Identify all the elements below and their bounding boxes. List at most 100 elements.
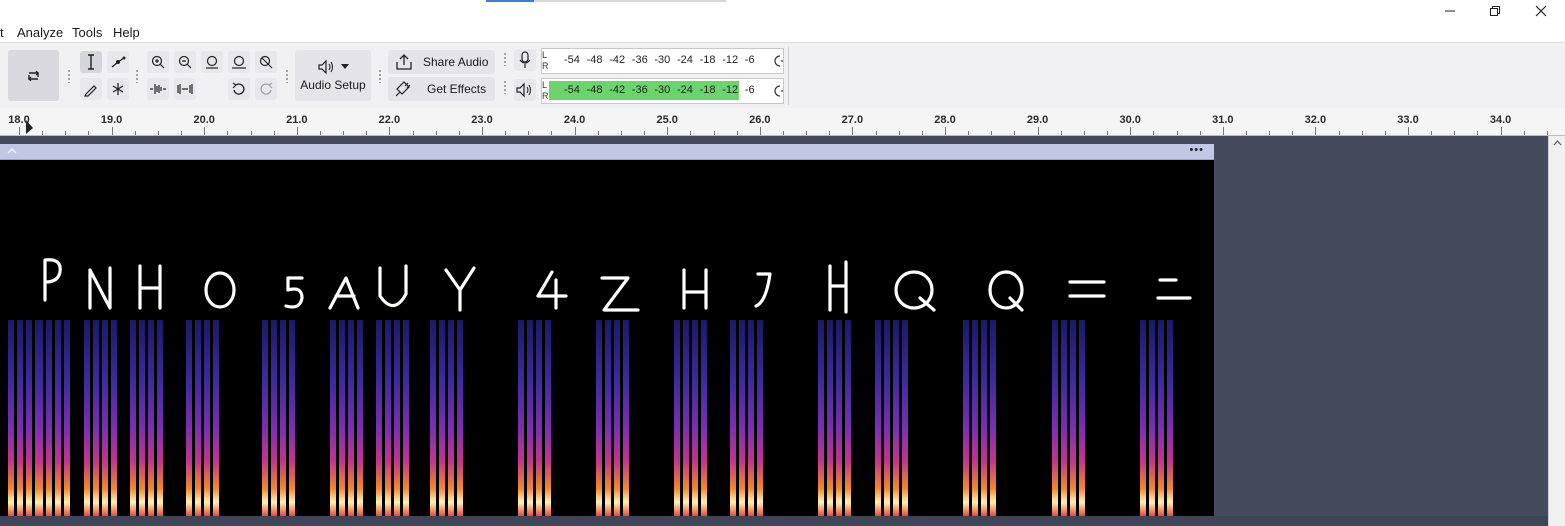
meter-scale-label: -36 [631,84,648,96]
ruler-tick [1338,131,1340,135]
share-audio-button[interactable]: Share Audio [388,50,495,74]
toolbar-grip[interactable] [503,52,507,66]
zoom-selection-icon [206,55,218,69]
ruler-tick [458,131,460,135]
menu-item-tools[interactable]: Tools [72,25,102,40]
ruler-tick [875,131,877,135]
ruler-label: 30.0 [1119,114,1141,126]
minimize-button[interactable] [1427,0,1473,22]
spectrogram-burst [348,320,354,516]
ruler-tick [644,131,646,135]
ruler-label: 24.0 [563,114,586,126]
spectrogram-burst [46,320,52,516]
spectrogram-burst [1158,320,1164,516]
spectrogram-burst [26,320,32,516]
dropdown-arrow-icon [341,64,349,69]
spectrogram-burst [457,320,463,516]
timeline-ruler[interactable]: 18.0 19.0 20.0 21.0 22.0 23.0 24.0 25.0 26.0 27.0… [0,108,1565,136]
spectrogram-handwriting [43,258,1192,314]
toolbar-grip[interactable] [67,69,71,83]
menu-item-select[interactable]: t [0,25,4,40]
ruler-tick [1014,131,1016,135]
meter-scale-label: -42 [609,84,626,96]
ruler-tick [1315,127,1317,135]
toolbar-grip[interactable] [135,69,139,83]
ruler-label: 28.0 [934,114,956,126]
ruler-tick [1199,131,1201,135]
ruler-tick [1130,127,1132,135]
meter-scale-label: -24 [677,54,693,66]
fit-project-button[interactable] [228,51,250,73]
menu-item-analyze[interactable]: Analyze [17,25,63,40]
spectrogram-burst [757,320,763,516]
toolbar-grip[interactable] [378,69,382,83]
clip-menu-button[interactable]: ••• [1189,144,1204,156]
window-tab-inactive [534,0,726,2]
zoom-toggle-icon [259,55,273,69]
close-button[interactable] [1518,0,1564,22]
ruler-tick [1546,131,1548,135]
toolbar-grip[interactable] [285,69,289,83]
silence-button[interactable] [174,78,196,100]
ruler-tick [65,131,67,135]
loop-button[interactable] [8,50,59,101]
spectrogram-burst [130,320,136,516]
fit-selection-button[interactable] [201,51,223,73]
spectrogram-burst [536,320,542,516]
redo-button[interactable] [255,78,277,100]
meter-scale-label: -54 [564,54,580,66]
spectrogram-canvas [8,258,1192,516]
ruler-label: 29.0 [1026,114,1049,126]
draw-tool-button[interactable] [80,78,102,100]
horizontal-scrollbar[interactable] [0,516,1548,526]
ruler-tick [736,131,738,135]
record-meter-button[interactable] [514,49,536,71]
ruler-tick [759,127,761,135]
ruler-tick [1222,127,1224,135]
selection-tool-button[interactable] [80,51,102,73]
meter-scale-label: -24 [677,84,693,96]
envelope-tool-button[interactable] [107,51,129,73]
toolbar-grip[interactable] [503,80,507,94]
scroll-up-icon [1553,140,1562,146]
spectrogram-burst [262,320,268,516]
get-effects-button[interactable]: Get Effects [388,77,495,101]
ruler-tick [134,131,136,135]
ruler-tick [921,131,923,135]
ruler-tick [1408,127,1409,135]
ruler-tick [88,131,90,135]
spectrogram-burst [64,320,70,516]
spectrogram-burst [17,320,23,516]
toolbar-divider [788,47,789,105]
clip-header[interactable]: ••• [0,144,1214,160]
ruler-tick [1454,131,1456,135]
zoom-in-button[interactable] [147,51,169,73]
ruler-tick [713,131,715,135]
ruler-tick [528,131,530,135]
ruler-tick [991,131,993,135]
zoom-toggle-button[interactable] [255,51,277,73]
restore-icon [1490,6,1500,16]
audio-setup-button[interactable]: Audio Setup [295,50,371,101]
ruler-tick [366,131,368,135]
restore-button[interactable] [1472,0,1518,22]
vertical-scrollbar[interactable] [1548,136,1565,526]
ruler-label: 27.0 [841,114,864,126]
spectrogram-burst [102,320,108,516]
playback-meter[interactable]: L R -54 -48 -42 -36 -30 -24 -18 -12 -6 [541,78,784,104]
zoom-out-button[interactable] [174,51,196,73]
zoom-out-icon [178,55,192,69]
trim-button[interactable] [147,78,169,100]
undo-icon [232,82,245,95]
recording-meter[interactable]: L R -54 -48 -42 -36 -30 -24 -18 -12 -6 [541,48,784,74]
spectrogram-burst [186,320,192,516]
share-icon [396,54,412,70]
meter-scale-label: -54 [564,84,580,96]
spectrogram-burst [84,320,90,516]
menu-item-help[interactable]: Help [113,25,140,40]
undo-button[interactable] [228,78,250,100]
playback-meter-button[interactable] [514,79,536,101]
spectrogram-view[interactable] [0,160,1214,516]
spectrogram-burst [730,320,736,516]
multi-tool-button[interactable] [107,78,129,100]
